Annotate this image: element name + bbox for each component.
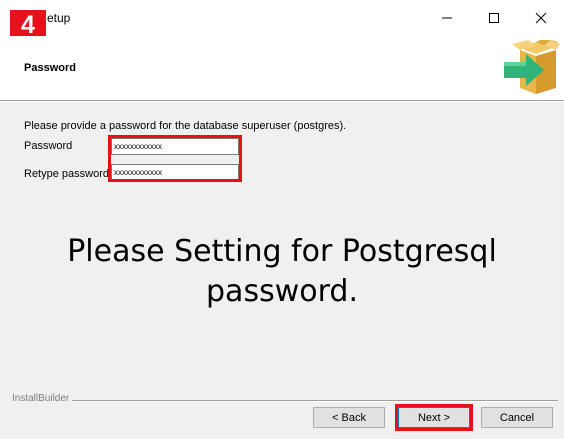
title-bar: etup — [0, 0, 564, 36]
back-button[interactable]: < Back — [313, 407, 385, 428]
instruction-line-1: Please Setting for Postgresql — [67, 234, 497, 269]
instruction-line-2: password. — [206, 274, 358, 309]
close-button[interactable] — [518, 6, 564, 30]
installbuilder-label: InstallBuilder — [12, 393, 72, 404]
window-title: etup — [47, 11, 71, 25]
maximize-icon — [489, 13, 499, 23]
next-button[interactable]: Next > — [398, 407, 470, 428]
password-label: Password — [24, 140, 73, 152]
retype-password-label: Retype password — [24, 168, 109, 180]
content-panel: Please provide a password for the databa… — [0, 102, 564, 439]
page-title: Password — [24, 62, 76, 74]
instruction-annotation: Please Setting for Postgresql password. — [0, 232, 564, 312]
maximize-button[interactable] — [471, 6, 517, 30]
description-text: Please provide a password for the databa… — [24, 120, 347, 132]
minimize-icon — [442, 17, 452, 19]
password-input[interactable] — [111, 138, 239, 155]
retype-password-input[interactable] — [111, 164, 239, 181]
wizard-header: Password — [0, 36, 564, 100]
minimize-button[interactable] — [424, 6, 470, 30]
footer-separator — [72, 400, 558, 402]
install-box-arrow-icon — [504, 40, 560, 94]
close-icon — [535, 12, 547, 24]
cancel-button[interactable]: Cancel — [481, 407, 553, 428]
